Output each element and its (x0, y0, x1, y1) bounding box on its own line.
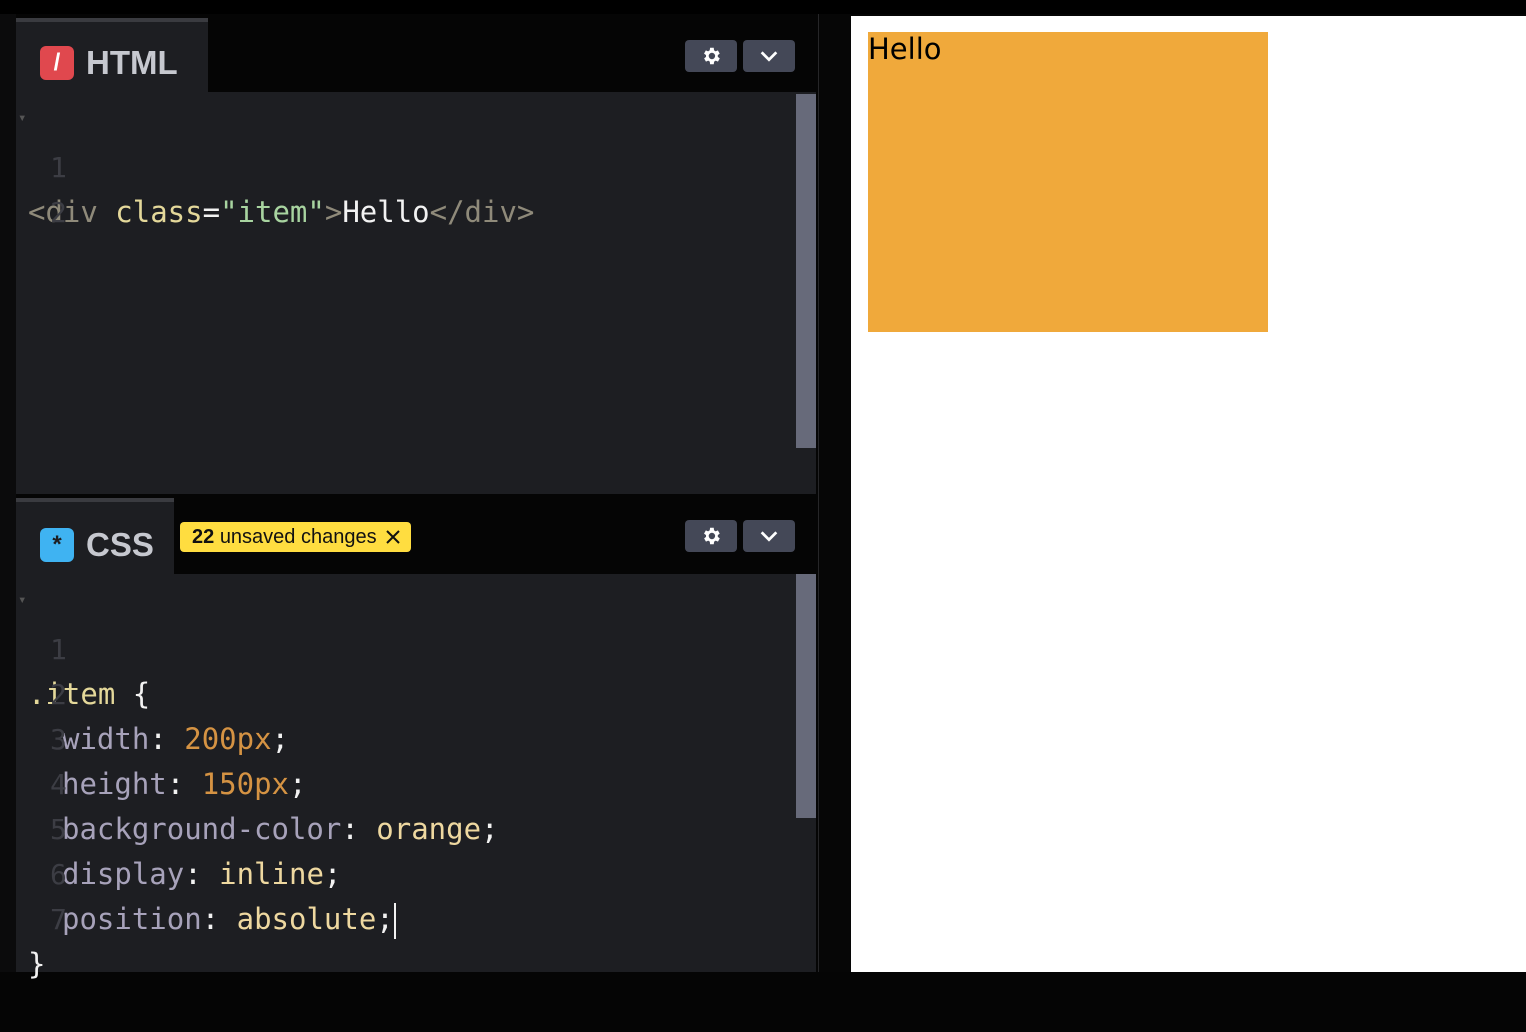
code-line: 1 <div class="item">Hello</div> (16, 100, 534, 229)
asterisk-icon: * (40, 528, 74, 562)
vertical-scrollbar[interactable] (796, 94, 816, 448)
unsaved-changes-badge[interactable]: 22 unsaved changes (180, 522, 411, 552)
text-cursor (393, 903, 396, 939)
code-line: 6 position: absolute; (16, 807, 396, 939)
code-text: background-color: orange; (62, 812, 499, 846)
code-text: } (28, 947, 46, 981)
gear-icon (704, 527, 720, 545)
tab-label: HTML (86, 44, 178, 81)
vertical-scrollbar[interactable] (796, 574, 816, 818)
left-edge (0, 14, 16, 972)
preview-item-text: Hello (868, 32, 942, 66)
tab-label: CSS (86, 526, 154, 563)
chevron-down-icon (760, 51, 778, 62)
collapse-button[interactable] (743, 40, 795, 72)
code-line: 5 display: inline; (16, 762, 341, 891)
badge-text: 22 unsaved changes (192, 526, 377, 548)
code-line: 7 } (16, 852, 121, 981)
pane-divider[interactable] (818, 14, 851, 972)
html-editor-panel: / HTML ▾ 1 <div class="item">Hello</div>… (16, 14, 816, 494)
code-line: 2 (16, 145, 121, 229)
settings-button[interactable] (685, 520, 737, 552)
line-number: 2 (50, 196, 67, 229)
chevron-down-icon (760, 531, 778, 542)
tab-css[interactable]: * CSS (16, 498, 174, 574)
settings-button[interactable] (685, 40, 737, 72)
code-line: 1 .item { (16, 582, 150, 711)
css-editor-panel: * CSS 22 unsaved changes ▾ 1 .item { 2 w… (16, 494, 816, 981)
css-panel-header: * CSS 22 unsaved changes (16, 494, 816, 574)
code-line: 3 height: 150px; (16, 672, 306, 801)
slash-icon: / (40, 46, 74, 80)
line-number: 7 (50, 903, 67, 936)
html-code-area[interactable]: ▾ 1 <div class="item">Hello</div> 2 (16, 92, 816, 494)
top-bar (0, 0, 1526, 14)
gear-icon (704, 47, 720, 65)
tab-html[interactable]: / HTML (16, 18, 208, 92)
html-panel-header: / HTML (16, 14, 816, 92)
code-line: 2 width: 200px; (16, 627, 289, 756)
preview-item: Hello (868, 32, 1268, 332)
close-icon[interactable] (385, 529, 401, 545)
code-line: 4 background-color: orange; (16, 717, 499, 846)
collapse-button[interactable] (743, 520, 795, 552)
preview-pane[interactable]: Hello (851, 16, 1526, 972)
css-code-area[interactable]: ▾ 1 .item { 2 width: 200px; 3 height: 15… (16, 574, 816, 981)
